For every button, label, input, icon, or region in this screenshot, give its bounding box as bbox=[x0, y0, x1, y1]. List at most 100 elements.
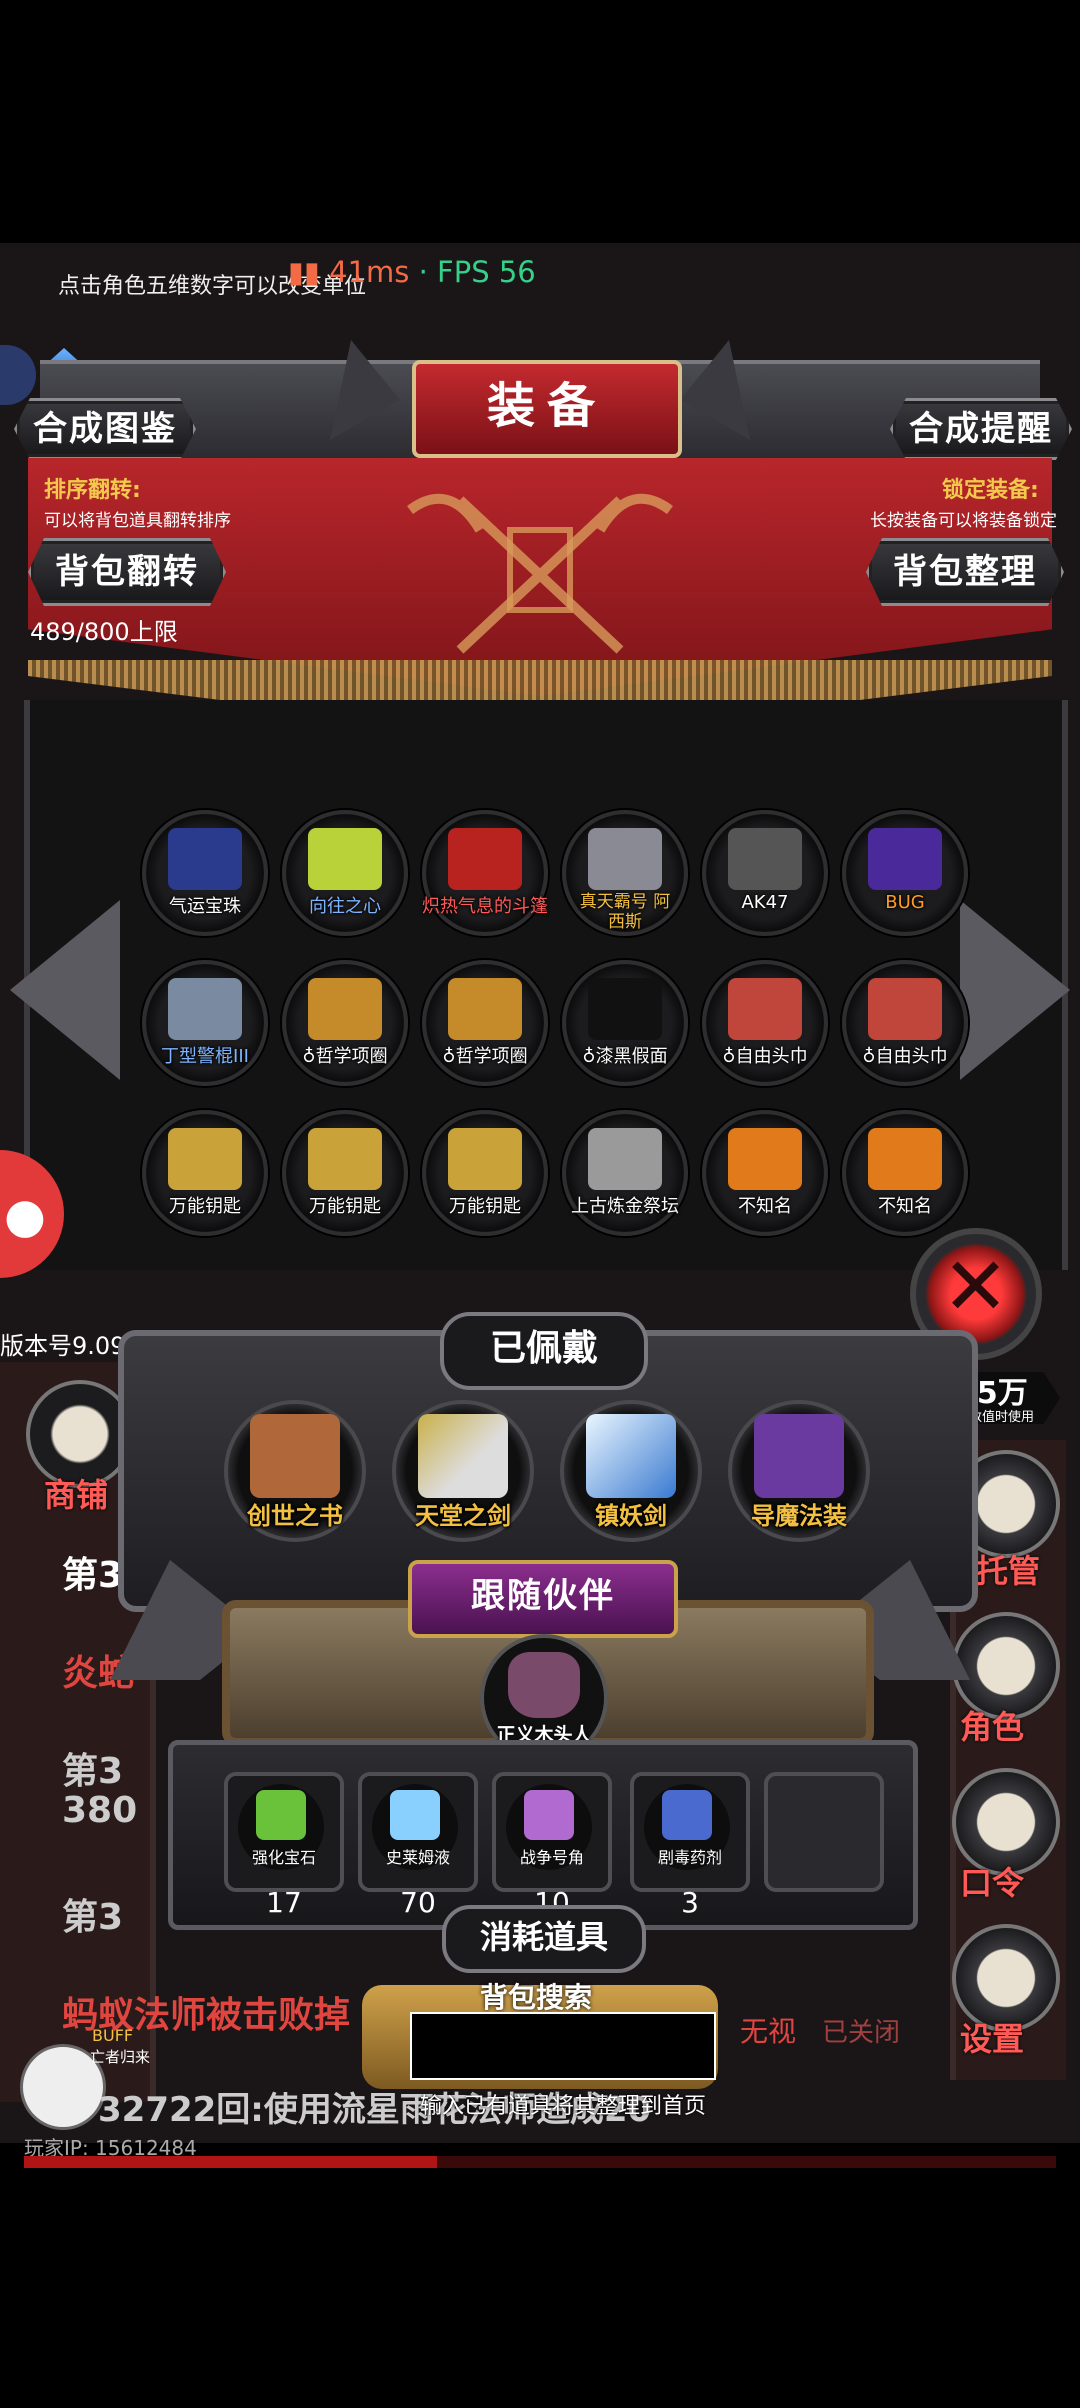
closed-label[interactable]: 已关闭 bbox=[822, 2012, 900, 2049]
fps-value: · FPS 56 bbox=[418, 255, 536, 289]
item-slot[interactable]: AK47 bbox=[702, 810, 828, 936]
item-label: 炽热气息的斗篷 bbox=[422, 896, 548, 917]
synth-catalog-button[interactable]: 合成图鉴 bbox=[14, 398, 196, 460]
companion-title: 跟随伙伴 bbox=[408, 1560, 678, 1638]
consumable-label: 史莱姆液 bbox=[385, 1848, 450, 1867]
consumable-count: 17 bbox=[266, 1886, 302, 1919]
item-label: 气运宝珠 bbox=[169, 896, 241, 917]
shop-label: 商铺 bbox=[44, 1476, 109, 1514]
search-hint: 输入已有道具将其整理到首页 bbox=[420, 2094, 707, 2119]
item-label: ♁哲学项圈 bbox=[442, 1046, 528, 1067]
item-slot[interactable]: 向往之心 bbox=[282, 810, 408, 936]
item-icon bbox=[868, 978, 942, 1040]
consumable-slot[interactable]: 强化宝石 17 bbox=[224, 1772, 344, 1919]
equipped-slot[interactable]: 导魔法装 bbox=[728, 1400, 870, 1542]
item-icon bbox=[308, 978, 382, 1040]
item-icon bbox=[256, 1790, 306, 1840]
item-icon bbox=[448, 1128, 522, 1190]
consumables-title: 消耗道具 bbox=[442, 1905, 646, 1973]
item-icon bbox=[728, 1128, 802, 1190]
consumable-slot[interactable]: 史莱姆液 70 bbox=[358, 1772, 478, 1919]
log-line: 第3 bbox=[62, 1897, 124, 1938]
item-label: ♁自由头巾 bbox=[722, 1046, 808, 1067]
item-icon bbox=[662, 1790, 712, 1840]
consumable-label: 战争号角 bbox=[519, 1848, 584, 1867]
role-label: 角色 bbox=[960, 1708, 1025, 1746]
item-icon bbox=[308, 1128, 382, 1190]
item-icon bbox=[754, 1414, 844, 1498]
item-icon bbox=[250, 1414, 340, 1498]
item-icon bbox=[868, 828, 942, 890]
item-label: ♁自由头巾 bbox=[862, 1046, 948, 1067]
item-icon bbox=[588, 1128, 662, 1190]
settings-label: 设置 bbox=[960, 2020, 1025, 2058]
item-slot[interactable]: 气运宝珠 bbox=[142, 810, 268, 936]
equipped-slot[interactable]: 创世之书 bbox=[224, 1400, 366, 1542]
item-icon bbox=[728, 828, 802, 890]
item-slot[interactable]: 万能钥匙 bbox=[282, 1110, 408, 1236]
equipped-slot[interactable]: 镇妖剑 bbox=[560, 1400, 702, 1542]
sort-flip-desc: 可以将背包道具翻转排序 bbox=[44, 511, 231, 531]
item-icon bbox=[586, 1414, 676, 1498]
item-slot[interactable]: ♁自由头巾 bbox=[702, 960, 828, 1086]
bag-organize-button[interactable]: 背包整理 bbox=[866, 538, 1064, 606]
item-slot[interactable]: 不知名 bbox=[702, 1110, 828, 1236]
next-page-arrow[interactable] bbox=[960, 900, 1070, 1080]
lock-title: 锁定装备: bbox=[942, 478, 1039, 503]
signal-icon: ▮▮ bbox=[288, 255, 320, 289]
item-icon bbox=[448, 828, 522, 890]
buff-label: BUFF bbox=[92, 2026, 134, 2045]
page-title: 装备 bbox=[412, 360, 682, 458]
command-label: 口令 bbox=[960, 1864, 1025, 1902]
item-slot[interactable]: BUG bbox=[842, 810, 968, 936]
item-label: 不知名 bbox=[878, 1196, 932, 1217]
consumable-slot[interactable]: 剧毒药剂 3 bbox=[630, 1772, 750, 1919]
search-input[interactable] bbox=[410, 2012, 716, 2080]
prev-page-arrow[interactable] bbox=[10, 900, 120, 1080]
item-slot[interactable]: ♁哲学项圈 bbox=[422, 960, 548, 1086]
item-slot[interactable]: 不知名 bbox=[842, 1110, 968, 1236]
consumable-label: 强化宝石 bbox=[251, 1848, 316, 1867]
item-label: 丁型警棍III bbox=[161, 1046, 249, 1067]
item-slot[interactable]: ♁自由头巾 bbox=[842, 960, 968, 1086]
close-icon: ✕ bbox=[942, 1240, 1010, 1333]
ping-value: 41ms bbox=[329, 255, 410, 289]
item-label: 真天霸号 阿西斯 bbox=[579, 892, 671, 932]
network-stats: ▮▮ 41ms · FPS 56 bbox=[288, 255, 536, 289]
item-icon bbox=[728, 978, 802, 1040]
consumable-slot[interactable]: 战争号角 10 bbox=[492, 1772, 612, 1919]
item-slot[interactable]: ♁哲学项圈 bbox=[282, 960, 408, 1086]
manage-label: 托管 bbox=[976, 1552, 1041, 1590]
item-icon bbox=[588, 978, 662, 1040]
equipped-slot[interactable]: 天堂之剑 bbox=[392, 1400, 534, 1542]
crossed-swords-emblem bbox=[407, 493, 673, 654]
item-label: 万能钥匙 bbox=[169, 1196, 241, 1217]
item-slot[interactable]: 炽热气息的斗篷 bbox=[422, 810, 548, 936]
item-icon bbox=[168, 828, 242, 890]
item-slot[interactable]: 万能钥匙 bbox=[422, 1110, 548, 1236]
item-slot[interactable]: 真天霸号 阿西斯 bbox=[562, 810, 688, 936]
search-label: 背包搜索 bbox=[480, 1981, 593, 2014]
item-icon bbox=[588, 828, 662, 890]
buff-sub: 亡者归来 bbox=[90, 2048, 151, 2066]
item-slot[interactable]: 万能钥匙 bbox=[142, 1110, 268, 1236]
equipped-label: 创世之书 bbox=[247, 1502, 343, 1530]
item-icon bbox=[390, 1790, 440, 1840]
item-slot[interactable]: 上古炼金祭坛 bbox=[562, 1110, 688, 1236]
bag-flip-button[interactable]: 背包翻转 bbox=[28, 538, 226, 606]
item-icon bbox=[418, 1414, 508, 1498]
log-line: 第3 bbox=[62, 1751, 124, 1792]
item-icon bbox=[168, 1128, 242, 1190]
consumable-slot-empty[interactable] bbox=[764, 1772, 884, 1892]
item-icon bbox=[448, 978, 522, 1040]
item-icon bbox=[308, 828, 382, 890]
item-icon bbox=[868, 1128, 942, 1190]
equipped-label: 天堂之剑 bbox=[415, 1502, 511, 1530]
ignore-label[interactable]: 无视 bbox=[740, 2010, 796, 2050]
synth-reminder-button[interactable]: 合成提醒 bbox=[890, 398, 1072, 460]
item-slot[interactable]: 丁型警棍III bbox=[142, 960, 268, 1086]
bag-capacity: 489/800上限 bbox=[30, 618, 178, 646]
lock-desc: 长按装备可以将装备锁定 bbox=[870, 511, 1057, 531]
hp-bar bbox=[24, 2156, 1056, 2168]
item-slot[interactable]: ♁漆黑假面 bbox=[562, 960, 688, 1086]
